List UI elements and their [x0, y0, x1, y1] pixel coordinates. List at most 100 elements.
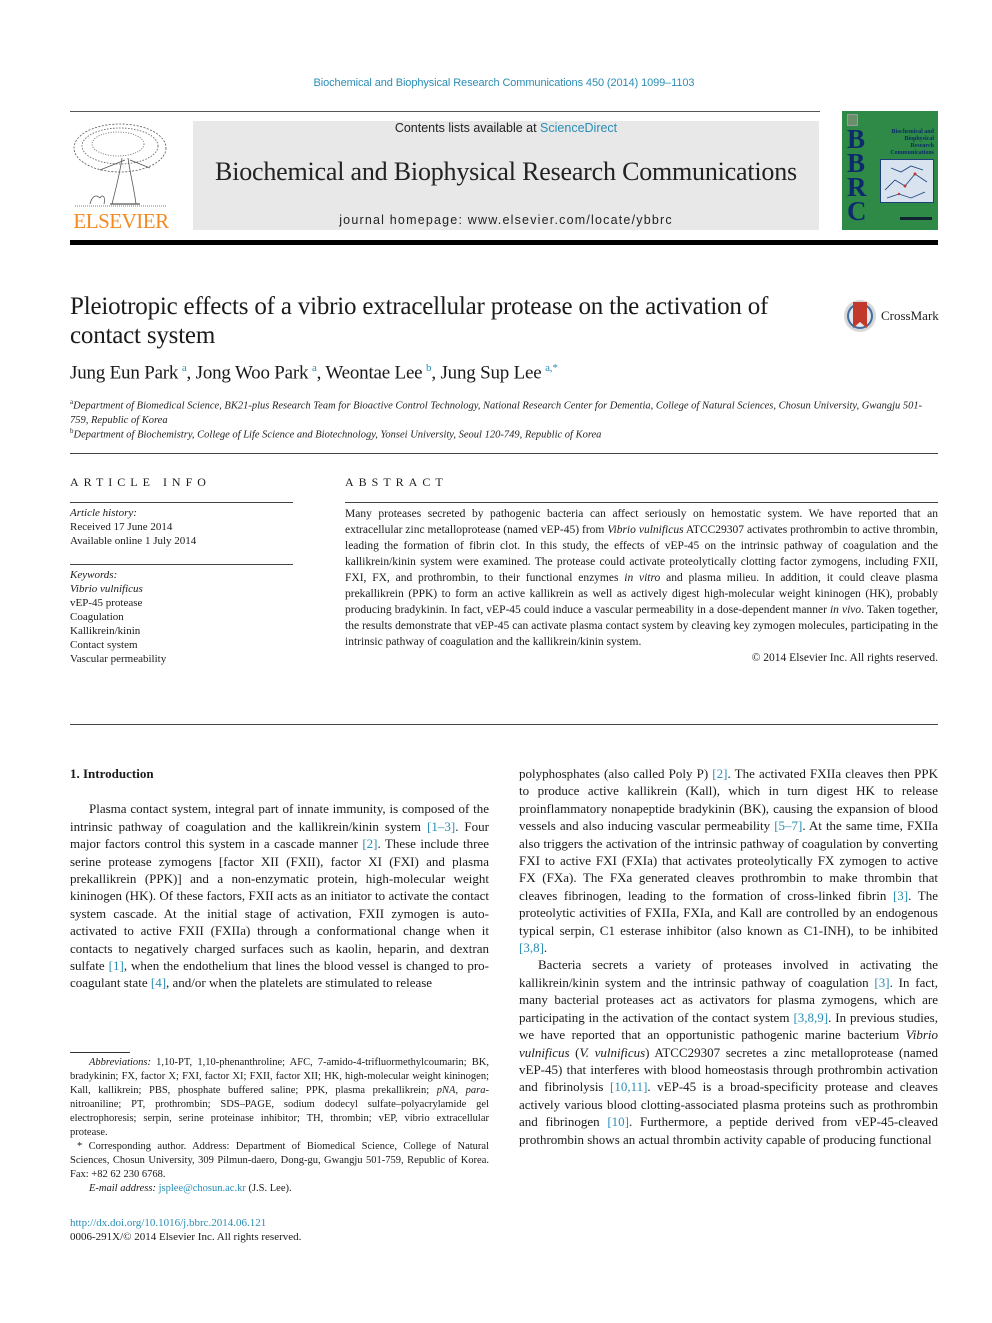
elsevier-tree-icon	[73, 123, 167, 207]
cover-title-line: Biophysical	[904, 136, 934, 142]
body-right-column: polyphosphates (also called Poly P) [2].…	[519, 765, 938, 1148]
author-affiliation-marker[interactable]: a	[182, 362, 187, 374]
cover-title-line: Communications	[890, 150, 934, 156]
contents-line: Contents lists available at ScienceDirec…	[193, 121, 819, 135]
citation-link[interactable]: [1]	[109, 958, 124, 973]
citation-link[interactable]: [2]	[712, 766, 727, 781]
article-history: Article history: Received 17 June 2014 A…	[70, 506, 294, 548]
affiliation-text: Department of Biomedical Science, BK21-p…	[70, 400, 923, 427]
italic-term: para	[465, 1085, 486, 1096]
abstract: ABSTRACT Many proteases secreted by path…	[345, 475, 938, 664]
section-rule	[70, 453, 938, 454]
author-name[interactable]: Jong Woo Park	[196, 362, 309, 383]
cover-letters: B B R C	[847, 126, 867, 226]
author-name[interactable]: Jung Eun Park	[70, 362, 178, 383]
article-info-rule	[70, 502, 293, 503]
keyword: Contact system	[70, 639, 138, 651]
keyword: vEP-45 protease	[70, 597, 143, 609]
text-segment: .	[543, 940, 548, 956]
journal-title: Biochemical and Biophysical Research Com…	[215, 157, 797, 186]
keywords: Keywords: Vibrio vulnificus vEP-45 prote…	[70, 568, 294, 666]
text-segment: polyphosphates (also called Poly P)	[519, 766, 713, 781]
crossmark-icon	[844, 300, 876, 332]
citation-link[interactable]: [3,8]	[519, 940, 544, 955]
section-heading: 1. Introduction	[70, 766, 154, 781]
masthead-thick-rule	[70, 240, 938, 245]
author-affiliation-marker[interactable]: a,*	[545, 362, 558, 374]
cover-image	[880, 159, 934, 203]
section-rule	[70, 724, 938, 725]
footnote-rule	[70, 1052, 130, 1053]
keywords-label: Keywords:	[70, 569, 118, 581]
abbreviations-footnote: Abbreviations: 1,10-PT, 1,10-phenanthrol…	[70, 1056, 489, 1140]
affiliation-b: bDepartment of Biochemistry, College of …	[70, 424, 940, 443]
journal-homepage-link[interactable]: journal homepage: www.elsevier.com/locat…	[193, 213, 819, 227]
footnotes: Abbreviations: 1,10-PT, 1,10-phenanthrol…	[70, 1056, 489, 1196]
citation-link[interactable]: [3,8,9]	[793, 1010, 828, 1025]
journal-masthead: Contents lists available at ScienceDirec…	[193, 121, 819, 230]
contents-prefix: Contents lists available at	[394, 121, 541, 135]
crossmark-button[interactable]: CrossMark	[843, 298, 943, 334]
cover-title: Biochemical and Biophysical Research Com…	[878, 129, 934, 157]
citation-link[interactable]: [10,11]	[610, 1079, 647, 1094]
abstract-rule	[345, 502, 938, 503]
keyword: Kallikrein/kinin	[70, 625, 141, 637]
abstract-italic: in vivo	[829, 604, 862, 616]
doi-block: http://dx.doi.org/10.1016/j.bbrc.2014.06…	[70, 1216, 301, 1244]
corresponding-author-footnote: * Corresponding author. Address: Departm…	[70, 1141, 489, 1180]
citation-link[interactable]: [4]	[151, 975, 166, 990]
author-affiliation-marker[interactable]: b	[426, 362, 432, 374]
author-affiliation-marker[interactable]: a	[312, 362, 317, 374]
text-segment: (J.S. Lee).	[245, 1183, 292, 1194]
article-info: ARTICLE INFO Article history: Received 1…	[70, 475, 294, 666]
body-paragraph: Bacteria secrets a variety of proteases …	[519, 956, 938, 1147]
text-segment: , and/or when the platelets are stimulat…	[166, 975, 433, 991]
abstract-italic: Vibrio vulnificus	[607, 524, 684, 536]
italic-term: pNA	[436, 1085, 456, 1096]
elsevier-logo[interactable]: ELSEVIER	[70, 118, 172, 234]
author-name[interactable]: Jung Sup Lee	[440, 362, 541, 383]
text-segment: . These include three serine protease zy…	[70, 836, 489, 974]
species-italic: V. vulnificus	[579, 1044, 646, 1060]
journal-cover-thumbnail[interactable]: B B R C Biochemical and Biophysical Rese…	[842, 111, 938, 230]
email-label: E-mail address:	[89, 1183, 156, 1194]
cover-title-line: Research	[910, 143, 934, 149]
history-label: Article history:	[70, 507, 137, 519]
online-date: Available online 1 July 2014	[70, 535, 197, 547]
cover-title-line: Biochemical and	[891, 129, 934, 135]
article-title: Pleiotropic effects of a vibrio extracel…	[70, 293, 769, 349]
received-date: Received 17 June 2014	[70, 521, 173, 533]
abstract-copyright: © 2014 Elsevier Inc. All rights reserved…	[751, 652, 938, 664]
running-header[interactable]: Biochemical and Biophysical Research Com…	[0, 77, 992, 89]
citation-link[interactable]: [5–7]	[774, 818, 802, 833]
doi-link[interactable]: http://dx.doi.org/10.1016/j.bbrc.2014.06…	[70, 1216, 301, 1230]
header-rule	[70, 111, 820, 112]
cover-molecule-icon	[884, 165, 928, 199]
citation-link[interactable]: [2]	[362, 836, 377, 851]
citation-link[interactable]: [1–3]	[427, 819, 455, 834]
body-paragraph: polyphosphates (also called Poly P) [2].…	[519, 765, 938, 956]
abstract-italic: in vitro	[624, 572, 661, 584]
cover-letter: C	[847, 196, 867, 226]
affiliation-text: Department of Biochemistry, College of L…	[73, 429, 602, 441]
abstract-text: Many proteases secreted by pathogenic ba…	[345, 506, 938, 650]
author-list: Jung Eun Park a, Jong Woo Park a, Weonta…	[70, 362, 558, 384]
keywords-rule	[70, 564, 293, 565]
email-footnote: E-mail address: jsplee@chosun.ac.kr (J.S…	[70, 1182, 489, 1196]
cover-footer-bar	[900, 217, 932, 220]
author-name[interactable]: Weontae Lee	[325, 362, 422, 383]
keyword: Vibrio vulnificus	[70, 583, 143, 595]
body-paragraph: Plasma contact system, integral part of …	[70, 800, 489, 991]
email-link[interactable]: jsplee@chosun.ac.kr	[159, 1183, 246, 1194]
article-info-heading: ARTICLE INFO	[70, 475, 211, 489]
text-segment: ,	[455, 1085, 466, 1096]
elsevier-wordmark: ELSEVIER	[73, 209, 169, 233]
citation-link[interactable]: [3]	[893, 888, 908, 903]
keyword: Coagulation	[70, 611, 124, 623]
sciencedirect-link[interactable]: ScienceDirect	[540, 121, 617, 135]
abbreviations-label: Abbreviations:	[89, 1057, 152, 1068]
citation-link[interactable]: [10]	[607, 1114, 629, 1129]
crossmark-label: CrossMark	[881, 308, 939, 323]
citation-link[interactable]: [3]	[874, 975, 889, 990]
body-left-column: 1. Introduction Plasma contact system, i…	[70, 765, 489, 992]
